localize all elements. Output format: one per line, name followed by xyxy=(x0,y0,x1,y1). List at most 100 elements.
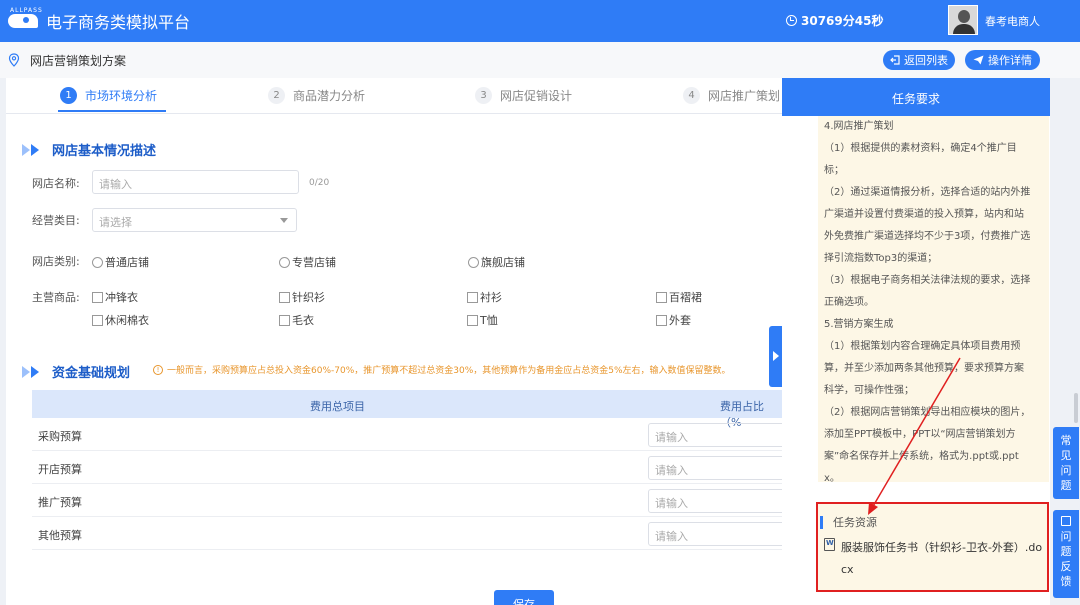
table-header: 费用总项目 费用占比（% xyxy=(32,390,784,429)
resource-title-text: 任务资源 xyxy=(833,516,877,529)
main-goods-label: 主营商品: xyxy=(32,291,80,304)
page-title: 网店营销策划方案 xyxy=(30,54,127,68)
row-label: 推广预算 xyxy=(38,496,82,509)
row-label: 开店预算 xyxy=(38,463,82,476)
step-promotion-planning[interactable]: 4 网店推广策划 xyxy=(683,87,780,104)
task-panel: 任务要求 4.网店推广策划 （1）根据提供的素材资料，确定4个推广目 标； （2… xyxy=(782,78,1050,605)
checkbox-label: 针织衫 xyxy=(292,291,325,304)
shop-name-label: 网店名称: xyxy=(32,177,80,190)
checkbox-label: T恤 xyxy=(480,314,498,327)
timer-value: 30769分45秒 xyxy=(801,14,884,28)
back-button-label: 返回列表 xyxy=(904,54,948,67)
resource-title: 任务资源 xyxy=(820,514,877,530)
feedback-button[interactable]: 问题反馈 xyxy=(1053,510,1079,598)
radio-label: 普通店铺 xyxy=(105,256,149,269)
checkbox-goods[interactable]: 毛衣 xyxy=(279,312,314,328)
checkbox-goods[interactable]: T恤 xyxy=(467,312,498,328)
radio-label: 旗舰店铺 xyxy=(481,256,525,269)
checkbox-goods[interactable]: 针织衫 xyxy=(279,289,325,305)
step-number: 3 xyxy=(475,87,492,104)
requirement-line: （3）根据电子商务相关法律法规的要求，选择 xyxy=(824,275,1031,286)
step-label: 商品潜力分析 xyxy=(293,89,366,103)
scrollbar[interactable] xyxy=(1074,393,1078,423)
active-step-indicator xyxy=(58,110,166,112)
checkbox-label: 休闲棉衣 xyxy=(105,314,149,327)
table-row: 开店预算 请输入 xyxy=(32,451,788,484)
faq-label: 常见问题 xyxy=(1060,434,1072,492)
back-to-list-button[interactable]: 返回列表 xyxy=(883,50,955,70)
task-resources: 任务资源 服装服饰任务书（针织衫-卫衣-外套）.docx xyxy=(816,502,1049,592)
checkbox-label: 冲锋衣 xyxy=(105,291,138,304)
char-counter: 0/20 xyxy=(309,178,330,188)
ratio-input[interactable]: 请输入 xyxy=(648,489,788,513)
category-label: 经营类目: xyxy=(32,214,80,227)
shop-name-input[interactable]: 请输入 xyxy=(92,170,299,194)
avatar[interactable] xyxy=(948,5,978,35)
category-select[interactable]: 请选择 xyxy=(92,208,297,232)
app-title: 电子商务类模拟平台 xyxy=(46,13,191,32)
budget-warning: ! 一般而言，采购预算应占总投入资金60%-70%，推广预算不超过总资金30%，… xyxy=(153,363,731,376)
word-document-icon xyxy=(824,538,835,551)
edit-icon xyxy=(1061,516,1071,526)
requirement-line: 案”命名保存并上传系统，格式为.ppt或.ppt xyxy=(824,451,1019,462)
step-number: 1 xyxy=(60,87,77,104)
step-promotion-design[interactable]: 3 网店促销设计 xyxy=(475,87,572,104)
requirement-line: （1）根据提供的素材资料，确定4个推广目 xyxy=(824,143,1017,154)
category-placeholder: 请选择 xyxy=(99,216,132,229)
ratio-input[interactable]: 请输入 xyxy=(648,456,788,480)
chevron-right-icon xyxy=(22,365,46,378)
operation-details-button[interactable]: 操作详情 xyxy=(965,50,1040,70)
main-panel: 1 市场环境分析 2 商品潜力分析 3 网店促销设计 4 网店推广策划 网店基本… xyxy=(6,78,788,605)
username[interactable]: 春考电商人 xyxy=(985,13,1040,29)
task-panel-title: 任务要求 xyxy=(782,78,1050,116)
radio-flagship-shop[interactable]: 旗舰店铺 xyxy=(468,254,525,270)
table-row: 采购预算 请输入 xyxy=(32,418,788,451)
budget-table: 费用总项目 费用占比（% 采购预算 请输入 开店预算 请输入 推广预算 请输入 … xyxy=(32,390,788,550)
chevron-down-icon xyxy=(280,218,288,223)
checkbox-goods[interactable]: 衬衫 xyxy=(467,289,502,305)
collapse-panel-toggle[interactable] xyxy=(769,326,783,387)
checkbox-goods[interactable]: 外套 xyxy=(656,312,691,328)
logo: ALLPASS xyxy=(8,7,42,32)
step-number: 4 xyxy=(683,87,700,104)
checkbox-goods[interactable]: 休闲棉衣 xyxy=(92,312,149,328)
checkbox-label: 外套 xyxy=(669,314,691,327)
table-row: 推广预算 请输入 xyxy=(32,484,788,517)
ratio-input[interactable]: 请输入 xyxy=(648,423,788,447)
exit-icon xyxy=(890,55,900,65)
checkbox-goods[interactable]: 百褶裙 xyxy=(656,289,702,305)
section-title-shop-info: 网店基本情况描述 xyxy=(22,140,156,159)
requirement-line: 择引流指数Top3的渠道； xyxy=(824,253,938,264)
section-title-text: 网店基本情况描述 xyxy=(52,144,157,159)
requirement-line: 广渠道并设置付费渠道的投入预算，站内和站 xyxy=(824,209,1024,220)
faq-button[interactable]: 常见问题 xyxy=(1053,427,1079,499)
section-title-budget: 资金基础规划 xyxy=(22,362,130,381)
radio-regular-shop[interactable]: 普通店铺 xyxy=(92,254,149,270)
step-label: 网店推广策划 xyxy=(708,89,781,103)
step-product-potential[interactable]: 2 商品潜力分析 xyxy=(268,87,365,104)
ratio-input[interactable]: 请输入 xyxy=(648,522,788,546)
requirement-line: 科学，可操作性强； xyxy=(824,385,914,396)
requirement-line: 正确选项。 xyxy=(824,297,874,308)
radio-specialty-shop[interactable]: 专营店铺 xyxy=(279,254,336,270)
requirement-line: 算，并至少添加两条其他预算，要求预算方案 xyxy=(824,363,1024,374)
help-button-label: 操作详情 xyxy=(988,54,1032,67)
row-label: 采购预算 xyxy=(38,430,82,443)
top-bar: ALLPASS 电子商务类模拟平台 30769分45秒 春考电商人 xyxy=(0,0,1080,42)
checkbox-label: 衬衫 xyxy=(480,291,502,304)
requirement-line: （1）根据策划内容合理确定具体项目费用预 xyxy=(824,341,1021,352)
requirement-line: 5.营销方案生成 xyxy=(824,319,894,330)
step-number: 2 xyxy=(268,87,285,104)
resource-file-link[interactable]: 服装服饰任务书（针织衫-卫衣-外套）.docx xyxy=(841,537,1046,581)
checkbox-label: 毛衣 xyxy=(292,314,314,327)
column-header-item: 费用总项目 xyxy=(310,400,365,413)
save-button[interactable]: 保存 xyxy=(494,590,554,605)
clock-icon xyxy=(786,15,797,26)
step-label: 市场环境分析 xyxy=(85,89,158,103)
timer: 30769分45秒 xyxy=(786,12,883,29)
step-market-analysis[interactable]: 1 市场环境分析 xyxy=(60,87,157,104)
shop-type-label: 网店类别: xyxy=(32,255,80,268)
feedback-label: 问题反馈 xyxy=(1060,530,1072,588)
checkbox-goods[interactable]: 冲锋衣 xyxy=(92,289,138,305)
logo-text: ALLPASS xyxy=(10,7,43,14)
